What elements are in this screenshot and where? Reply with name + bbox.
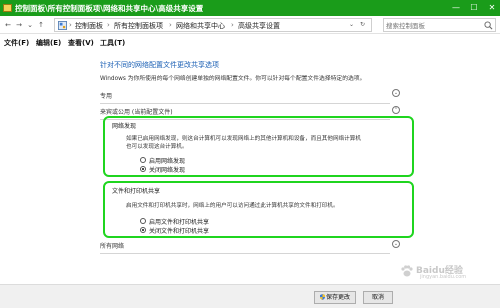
breadcrumb-control-panel[interactable]: 控制面板 [75,21,103,31]
network-discovery-description-2: 也可以发现这台计算机。 [126,144,188,150]
network-discovery-title: 网络发现 [112,123,137,130]
breadcrumb-separator: › [69,21,72,29]
forward-button[interactable]: → [14,19,24,31]
recent-locations-button[interactable]: ⌄ [25,19,35,31]
radio-button-selected[interactable] [140,227,146,233]
search-icon[interactable] [484,21,493,30]
section-guest-public-label[interactable]: 来宾或公用 (当前配置文件) [100,107,173,116]
section-divider [100,103,390,104]
breadcrumb-separator: › [231,21,234,29]
watermark-url: jingyan.baidu.com [420,274,467,280]
menu-bar: 文件(F) 编辑(E) 查看(V) 工具(T) [0,35,500,49]
menu-edit[interactable]: 编辑(E) [36,38,61,48]
window-title: 控制面板\所有控制面板项\网络和共享中心\高级共享设置 [15,4,204,13]
radio-button[interactable] [140,157,146,163]
network-discovery-description-1: 如果已启用网络发现，则这台计算机可以发现网络上的其他计算机和设备，而且其他网络计… [126,136,361,142]
radio-label: 启用网络发现 [149,158,186,165]
chevron-down-icon[interactable]: ⌄ [392,240,400,248]
paw-logo-icon [401,265,413,277]
cancel-button[interactable]: 取消 [363,291,393,304]
title-bar: 控制面板\所有控制面板项\网络和共享中心\高级共享设置 — ☐ ✕ [0,0,500,16]
uac-shield-icon [319,294,325,300]
menu-file[interactable]: 文件(F) [4,38,29,48]
up-button[interactable]: ↑ [36,19,46,31]
main-content: 针对不同的网络配置文件更改共享选项 Windows 为你所使用的每个网络创建单独… [0,49,500,284]
menu-view[interactable]: 查看(V) [68,38,94,48]
folder-icon [3,4,12,12]
chevron-up-icon[interactable]: ⌃ [392,106,400,114]
address-bar-row: ← → ⌄ ↑ › 控制面板 › 所有控制面板项 › 网络和共享中心 › 高级共… [0,16,500,34]
breadcrumb-separator: › [169,21,172,29]
minimize-button[interactable]: — [448,0,464,16]
breadcrumb-separator: › [107,21,110,29]
radio-label: 启用文件和打印机共享 [149,219,210,226]
address-dropdown-button[interactable]: ⌄ [349,21,354,28]
refresh-button[interactable]: ↻ [360,21,365,28]
search-input[interactable] [386,20,481,31]
section-divider [100,253,390,254]
footer-bar: 保存更改 取消 [0,284,500,308]
breadcrumb-all-items[interactable]: 所有控制面板项 [114,21,163,31]
back-button[interactable]: ← [3,19,13,31]
save-changes-label: 保存更改 [325,294,350,301]
chevron-down-icon[interactable]: ⌄ [392,89,400,97]
address-input[interactable]: › 控制面板 › 所有控制面板项 › 网络和共享中心 › 高级共享设置 ⌄ ↻ [54,18,372,32]
menu-tools[interactable]: 工具(T) [100,38,125,48]
page-description: Windows 为你所使用的每个网络创建单独的网络配置文件。你可以针对每个配置文… [100,76,366,82]
radio-button[interactable] [140,218,146,224]
maximize-button[interactable]: ☐ [466,0,482,16]
section-private-label[interactable]: 专用 [100,91,112,100]
radio-label: 关闭文件和打印机共享 [149,228,210,235]
file-printer-sharing-title: 文件和打印机共享 [112,188,161,195]
close-button[interactable]: ✕ [484,0,500,16]
save-changes-button[interactable]: 保存更改 [314,291,356,304]
section-all-networks-label[interactable]: 所有网络 [100,241,124,250]
baidu-watermark: Baidu经验 jingyan.baidu.com [398,261,494,283]
breadcrumb-network-center[interactable]: 网络和共享中心 [176,21,225,31]
radio-button-selected[interactable] [140,166,146,172]
radio-label: 关闭网络发现 [149,167,186,174]
control-panel-icon [58,21,67,30]
page-title: 针对不同的网络配置文件更改共享选项 [100,61,219,69]
search-box[interactable] [383,18,496,32]
breadcrumb-advanced-sharing[interactable]: 高级共享设置 [238,21,280,31]
file-printer-sharing-description: 启用文件和打印机共享时，网络上的用户可以访问通过此计算机共享的文件和打印机。 [126,203,339,209]
